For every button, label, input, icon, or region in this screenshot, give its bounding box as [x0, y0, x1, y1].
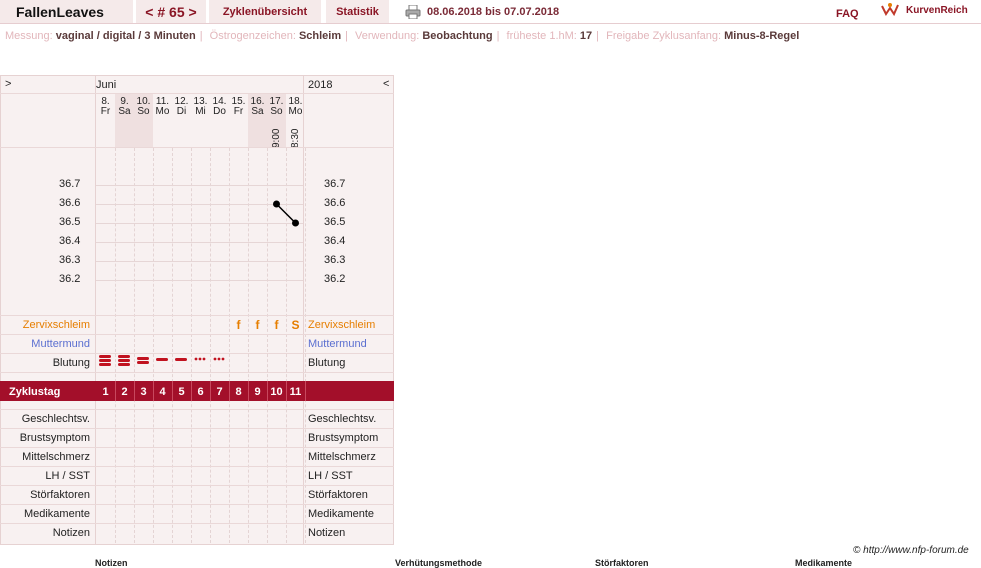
blutung-spot	[221, 357, 225, 361]
row-divider	[0, 409, 394, 410]
frueheste-value: 17	[579, 30, 593, 42]
temp-area-bottom-divider	[0, 315, 394, 316]
zyklustag-number: 10	[270, 386, 283, 398]
geschlechtsv-label-right: Geschlechtsv.	[308, 413, 377, 425]
blutung-mark	[99, 355, 111, 358]
zervix-label-left: Zervixschleim	[22, 319, 90, 331]
notizen-label-left: Notizen	[52, 527, 90, 539]
blutung-spot	[202, 357, 206, 361]
curve-segment	[275, 203, 297, 224]
verwendung-value: Beobachtung	[422, 30, 493, 42]
brustsymptom-label-left: Brustsymptom	[19, 432, 90, 444]
zyklustag-number: 3	[140, 386, 147, 398]
zyklustag-number: 7	[216, 386, 223, 398]
blutung-spot	[213, 357, 217, 361]
tab-zyklenuebersicht[interactable]: Zyklenübersicht	[209, 0, 321, 23]
zervix-mark: f	[236, 318, 241, 332]
blutung-mark	[137, 357, 149, 360]
messung-label: Messung:	[5, 30, 53, 42]
freigabe-label: Freigabe Zyklusanfang:	[606, 30, 722, 42]
blutung-spot	[217, 357, 221, 361]
blutung-mark	[118, 359, 130, 362]
zyklustag-number: 8	[235, 386, 242, 398]
lh-label-left: LH / SST	[45, 470, 90, 482]
logo-text: KurvenReich	[906, 4, 968, 16]
zyklustag-number: 6	[197, 386, 204, 398]
cycle-chart: > < Juni 2018 8. Fr 9. Sa 10. So 11. Mo 12. Di 13.…	[0, 75, 394, 545]
temperature-point[interactable]	[292, 219, 299, 227]
oestrogen-value: Schleim	[298, 30, 342, 42]
row-divider	[0, 523, 394, 524]
faq-link[interactable]: FAQ	[836, 8, 859, 20]
blutung-mark	[99, 363, 111, 366]
mittelschmerz-label-left: Mittelschmerz	[22, 451, 90, 463]
oestrogen-label: Östrogenzeichen:	[209, 30, 296, 42]
bottom-heading: Verhütungsmethode	[395, 558, 483, 568]
stoerfaktoren-label-right: Störfaktoren	[308, 489, 368, 501]
date-range: 08.06.2018 bis 07.07.2018	[405, 0, 559, 23]
zervix-mark: S	[291, 318, 300, 332]
geschlechtsv-label-left: Geschlechtsv.	[21, 413, 90, 425]
zyklustag-number: 11	[289, 386, 302, 398]
muttermund-label-left: Muttermund	[31, 338, 90, 350]
zervix-label-right: Zervixschleim	[308, 319, 376, 331]
notizen-label-right: Notizen	[308, 527, 346, 539]
zyklustag-separator	[305, 381, 306, 401]
blutung-mark	[137, 361, 149, 364]
blutung-mark	[118, 363, 130, 366]
zyklustag-number: 1	[102, 386, 109, 398]
bottom-heading: Notizen	[95, 558, 128, 568]
medikamente-label-right: Medikamente	[308, 508, 375, 520]
printer-icon[interactable]	[405, 4, 421, 19]
row-divider	[0, 447, 394, 448]
stoerfaktoren-label-left: Störfaktoren	[30, 489, 90, 501]
row-divider	[0, 485, 394, 486]
zyklustag-label: Zyklustag	[9, 386, 61, 398]
zyklustag-number: 2	[121, 386, 128, 398]
row-divider	[0, 372, 394, 373]
blutung-spot	[194, 357, 198, 361]
row-divider	[0, 428, 394, 429]
mittelschmerz-label-right: Mittelschmerz	[308, 451, 376, 463]
zyklustag-number: 4	[159, 386, 166, 398]
kurvenreich-icon	[881, 3, 899, 17]
zyklustag-number: 9	[254, 386, 261, 398]
blutung-mark	[156, 358, 168, 361]
date-range-text: 08.06.2018 bis 07.07.2018	[427, 5, 560, 18]
cycle-navigation[interactable]: < # 65 >	[136, 0, 206, 23]
temperature-point[interactable]	[273, 200, 280, 208]
messung-value: vaginal / digital / 3 Minuten	[55, 30, 196, 42]
measurement-settings: Messung: vaginal / digital / 3 Minuten | …	[5, 30, 800, 42]
bottom-heading: Medikamente	[795, 558, 853, 568]
blutung-mark	[175, 358, 187, 361]
row-divider	[0, 334, 394, 335]
verwendung-label: Verwendung:	[355, 30, 420, 42]
row-divider	[0, 466, 394, 467]
zervix-mark: f	[255, 318, 260, 332]
muttermund-label-right: Muttermund	[308, 338, 367, 350]
zyklustag-number: 5	[178, 386, 185, 398]
blutung-mark	[99, 359, 111, 362]
lh-label-right: LH / SST	[308, 470, 353, 482]
blutung-marks	[99, 355, 225, 366]
zervix-mark: f	[274, 318, 279, 332]
tab-statistik[interactable]: Statistik	[326, 0, 389, 23]
bottom-heading: Störfaktoren	[595, 558, 649, 568]
frueheste-label: früheste 1.hM:	[506, 30, 577, 42]
brustsymptom-label-right: Brustsymptom	[308, 432, 379, 444]
user-name: FallenLeaves	[0, 0, 133, 23]
blutung-mark	[118, 355, 130, 358]
freigabe-value: Minus-8-Regel	[724, 30, 800, 42]
medikamente-label-left: Medikamente	[23, 508, 90, 520]
copyright: © http://www.nfp-forum.de	[853, 545, 969, 556]
row-divider	[0, 504, 394, 505]
blutung-spot	[198, 357, 202, 361]
kurvenreich-logo[interactable]: KurvenReich	[880, 2, 968, 18]
top-navigation: FallenLeaves < # 65 > Zyklenübersicht St…	[0, 0, 981, 24]
header-divider	[0, 23, 981, 24]
